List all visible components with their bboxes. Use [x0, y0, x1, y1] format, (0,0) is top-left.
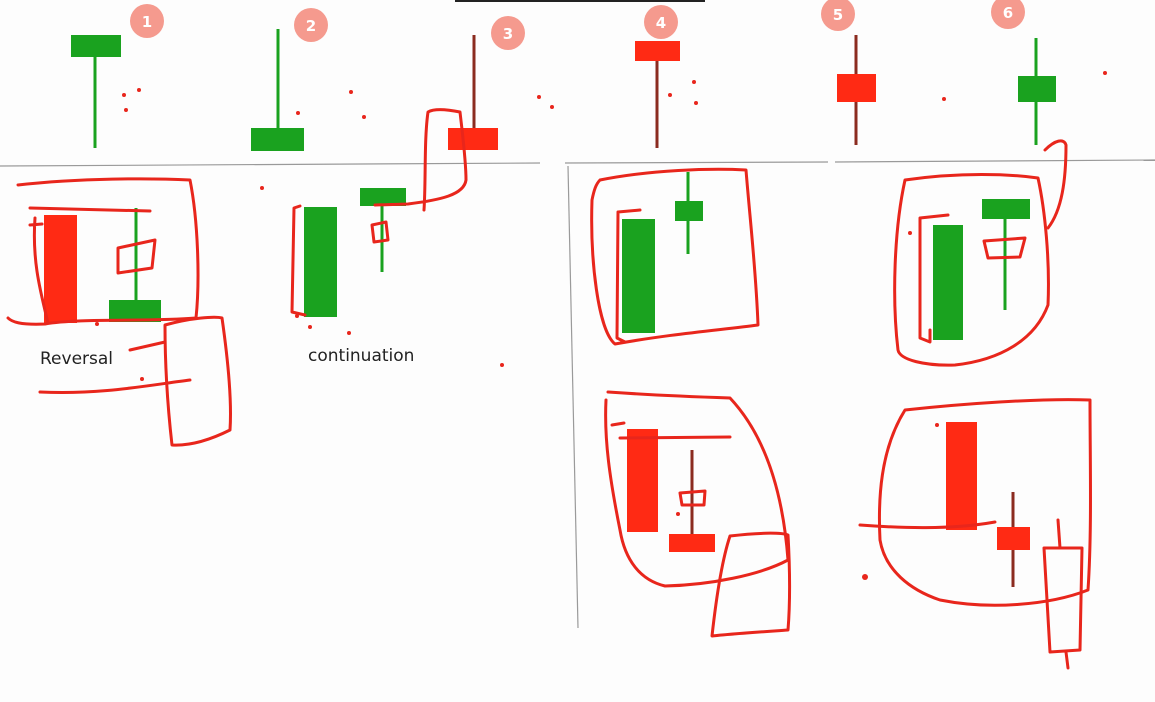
ink-dot — [692, 80, 696, 84]
annotation-continuation-bracket — [290, 204, 307, 317]
pattern-6-badge-number: 6 — [1003, 4, 1013, 22]
ink-dot — [694, 101, 698, 105]
ink-dot — [124, 108, 128, 112]
ink-dot — [349, 90, 353, 94]
ink-dot — [295, 314, 299, 318]
annotation-bear-spinning-box — [877, 398, 1092, 607]
pattern-1: 1 — [71, 4, 164, 148]
pattern-5-body — [837, 74, 876, 102]
annotation-bull-spinning-arrow — [1043, 139, 1068, 230]
example-bull-inverted-small — [675, 201, 703, 221]
ink-dot — [260, 186, 264, 190]
reversal-example: Reversal — [40, 208, 161, 369]
ink-dot — [1103, 71, 1107, 75]
ink-dot — [935, 423, 939, 427]
example-bear-hammer-big — [627, 429, 658, 532]
example-bear-spinning-small — [997, 527, 1030, 550]
horizontal-divider-right-b — [834, 159, 1155, 163]
ink-dot — [908, 231, 912, 235]
example-bear-spinning — [946, 422, 1030, 587]
example-bear-hammer-small — [669, 534, 715, 552]
pattern-1-badge-number: 1 — [142, 13, 152, 31]
ink-dot — [550, 105, 554, 109]
ink-dot — [500, 363, 504, 367]
pattern-4-badge-number: 4 — [656, 14, 666, 32]
ink-dot — [137, 88, 141, 92]
reversal-label: Reversal — [40, 349, 113, 369]
pattern-3-body — [448, 128, 498, 150]
annotation-reversal-box — [6, 177, 200, 326]
ink-dot — [140, 377, 144, 381]
ink-dot — [942, 97, 946, 101]
hand-annotations — [6, 71, 1107, 670]
ink-dot — [537, 95, 541, 99]
pattern-6: 6 — [991, 0, 1056, 145]
pattern-2-body — [251, 128, 304, 151]
pattern-2-badge-number: 2 — [306, 17, 316, 35]
annotation-bear-hammer-right-box — [710, 531, 791, 638]
ink-dot — [296, 111, 300, 115]
example-bull-spinning — [933, 199, 1030, 340]
pattern-3: 3 — [448, 16, 525, 150]
ink-dot — [362, 115, 366, 119]
pattern-3-badge-number: 3 — [503, 25, 513, 43]
ink-dot — [668, 93, 672, 97]
ink-dot — [347, 331, 351, 335]
example-bear-spinning-big — [946, 422, 977, 530]
annotation-continuation-small — [370, 220, 390, 244]
pattern-1-body — [71, 35, 121, 57]
pattern-6-body — [1018, 76, 1056, 102]
continuation-label: continuation — [308, 346, 414, 366]
candlestick-diagram: 1 2 3 4 5 6 Reversal continuation — [0, 0, 1155, 670]
horizontal-divider-right-a — [564, 161, 829, 164]
pattern-5-badge-number: 5 — [833, 6, 843, 24]
ink-dot — [95, 322, 99, 326]
reversal-red-candle — [44, 215, 77, 323]
example-bull-inverted-big — [622, 219, 655, 333]
top-edge-bar — [455, 0, 705, 2]
pattern-2: 2 — [251, 8, 328, 151]
ink-dot — [676, 512, 680, 516]
example-bull-spinning-big — [933, 225, 963, 340]
example-bull-spinning-small — [982, 199, 1030, 219]
pattern-4: 4 — [635, 5, 680, 148]
pattern-4-body — [635, 41, 680, 61]
pattern-5: 5 — [821, 0, 876, 145]
ink-dot — [122, 93, 126, 97]
horizontal-divider — [0, 162, 541, 167]
continuation-example: continuation — [304, 188, 414, 366]
example-bull-inverted — [622, 172, 703, 333]
vertical-divider — [567, 165, 579, 629]
continuation-green-body — [304, 207, 337, 317]
ink-dot — [308, 325, 312, 329]
ink-dot — [862, 574, 868, 580]
